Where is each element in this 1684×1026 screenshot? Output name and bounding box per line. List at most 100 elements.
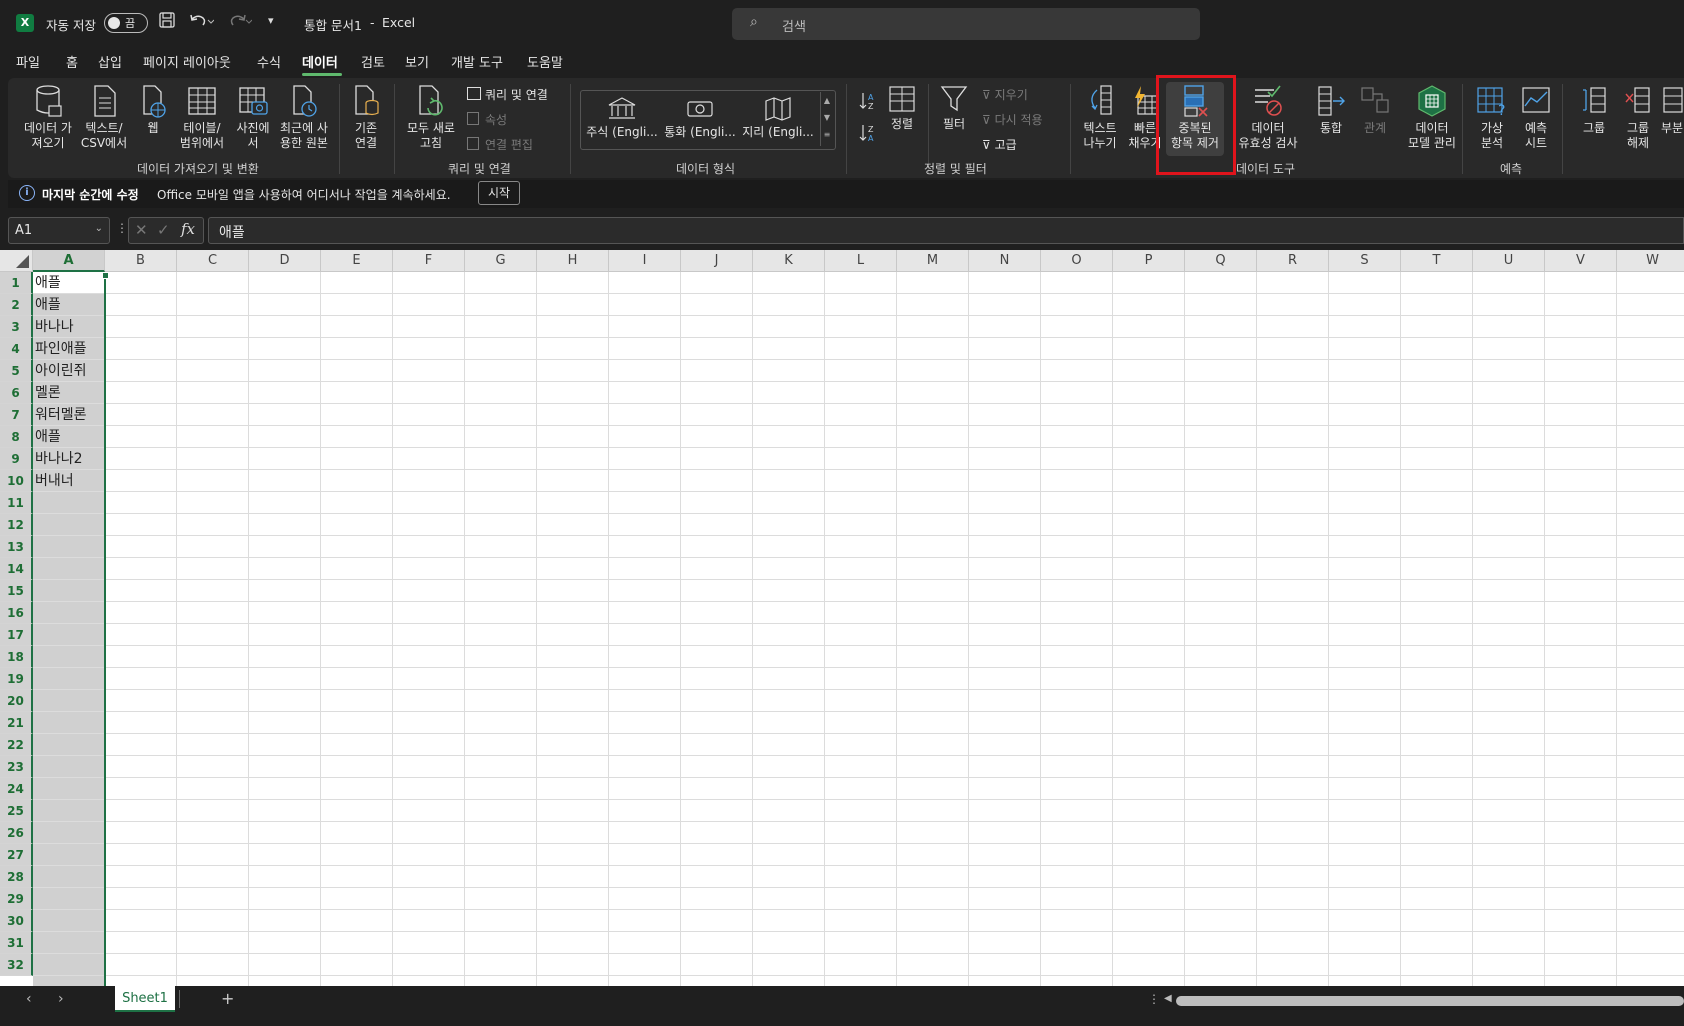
row-header-1[interactable]: 1: [0, 272, 33, 294]
row-header-31[interactable]: 31: [0, 932, 33, 954]
web-button[interactable]: 웹: [138, 84, 168, 136]
edit-links-button[interactable]: 연결 편집: [467, 136, 533, 153]
ungroup-button[interactable]: 그룹 해제: [1618, 84, 1658, 151]
data-model-button[interactable]: 데이터 모델 관리: [1396, 84, 1468, 151]
tab-page-layout[interactable]: 페이지 레이아웃: [143, 52, 231, 71]
column-header-g[interactable]: G: [465, 250, 537, 272]
tab-developer[interactable]: 개발 도구: [451, 52, 503, 71]
row-header-15[interactable]: 15: [0, 580, 33, 602]
row-header-14[interactable]: 14: [0, 558, 33, 580]
autosave-toggle[interactable]: 끔: [104, 13, 148, 33]
column-header-v[interactable]: V: [1545, 250, 1617, 272]
properties-button[interactable]: 속성: [467, 111, 507, 128]
refresh-all-button[interactable]: 모두 새로 고침: [400, 84, 462, 151]
existing-connections-button[interactable]: 기존 연결: [344, 84, 388, 151]
geography-button[interactable]: 지리 (Engli...: [740, 96, 816, 140]
row-header-26[interactable]: 26: [0, 822, 33, 844]
fill-handle[interactable]: [102, 272, 109, 279]
consolidate-button[interactable]: 통합: [1310, 84, 1352, 136]
enter-icon[interactable]: ✓: [157, 221, 170, 239]
stocks-button[interactable]: 주식 (Engli...: [584, 96, 660, 140]
worksheet-grid[interactable]: A B C D E F G H I J K L M N O P Q R S T U V W 1 2 3 4 5 6 7 8 9 10 11 12 13…: [0, 250, 1684, 986]
column-header-d[interactable]: D: [249, 250, 321, 272]
row-header-32[interactable]: 32: [0, 954, 33, 976]
row-header-17[interactable]: 17: [0, 624, 33, 646]
column-header-o[interactable]: O: [1041, 250, 1113, 272]
cell-a5[interactable]: 아이린쥐: [35, 361, 87, 381]
save-icon[interactable]: [158, 11, 176, 33]
column-header-h[interactable]: H: [537, 250, 609, 272]
column-header-r[interactable]: R: [1257, 250, 1329, 272]
filter-button[interactable]: 필터: [936, 84, 972, 132]
tab-formulas[interactable]: 수식: [257, 52, 281, 71]
row-header-22[interactable]: 22: [0, 734, 33, 756]
column-header-l[interactable]: L: [825, 250, 897, 272]
column-header-b[interactable]: B: [105, 250, 177, 272]
data-validation-button[interactable]: 데이터 유효성 검사: [1232, 84, 1304, 151]
row-header-27[interactable]: 27: [0, 844, 33, 866]
tab-review[interactable]: 검토: [361, 52, 385, 71]
next-sheet-icon[interactable]: ›: [58, 991, 64, 1007]
more-icon[interactable]: ⋮: [1148, 992, 1160, 1006]
row-header-7[interactable]: 7: [0, 404, 33, 426]
name-box[interactable]: A1 ⌄: [8, 217, 110, 244]
row-header-20[interactable]: 20: [0, 690, 33, 712]
text-csv-button[interactable]: 텍스트/ CSV에서: [76, 84, 132, 151]
forecast-sheet-button[interactable]: 예측 시트: [1518, 84, 1554, 151]
row-header-24[interactable]: 24: [0, 778, 33, 800]
tab-view[interactable]: 보기: [405, 52, 429, 71]
row-header-4[interactable]: 4: [0, 338, 33, 360]
row-header-29[interactable]: 29: [0, 888, 33, 910]
column-header-e[interactable]: E: [321, 250, 393, 272]
column-header-p[interactable]: P: [1113, 250, 1185, 272]
row-header-30[interactable]: 30: [0, 910, 33, 932]
row-header-13[interactable]: 13: [0, 536, 33, 558]
row-header-10[interactable]: 10: [0, 470, 33, 492]
insert-function-icon[interactable]: fx: [181, 220, 195, 238]
cell-a9[interactable]: 바나나2: [35, 449, 83, 469]
column-header-t[interactable]: T: [1401, 250, 1473, 272]
gallery-scroll[interactable]: ▲ ▼ ≡: [820, 92, 833, 146]
column-header-s[interactable]: S: [1329, 250, 1401, 272]
row-header-11[interactable]: 11: [0, 492, 33, 514]
cell-a6[interactable]: 멜론: [35, 383, 61, 403]
cell-a7[interactable]: 워터멜론: [35, 405, 87, 425]
column-header-k[interactable]: K: [753, 250, 825, 272]
tab-help[interactable]: 도움말: [527, 52, 563, 71]
sort-button[interactable]: 정렬: [884, 84, 920, 132]
sort-ascending-icon[interactable]: AZ: [856, 90, 878, 115]
reapply-button[interactable]: ⊽ 다시 적용: [982, 111, 1043, 128]
row-header-3[interactable]: 3: [0, 316, 33, 338]
row-header-19[interactable]: 19: [0, 668, 33, 690]
cell-a2[interactable]: 애플: [35, 295, 61, 315]
column-header-a[interactable]: A: [33, 250, 105, 272]
column-header-u[interactable]: U: [1473, 250, 1545, 272]
column-header-i[interactable]: I: [609, 250, 681, 272]
message-start-button[interactable]: 시작: [478, 181, 520, 205]
subtotal-button[interactable]: 부분: [1660, 84, 1684, 136]
formula-input[interactable]: 애플: [208, 217, 1684, 244]
advanced-filter-button[interactable]: ⊽ 고급: [982, 136, 1017, 153]
column-header-m[interactable]: M: [897, 250, 969, 272]
cell-a8[interactable]: 애플: [35, 427, 61, 447]
cell-a1[interactable]: 애플: [35, 273, 61, 293]
column-header-q[interactable]: Q: [1185, 250, 1257, 272]
undo-icon[interactable]: [188, 12, 215, 34]
row-header-12[interactable]: 12: [0, 514, 33, 536]
cell-a4[interactable]: 파인애플: [35, 339, 87, 359]
clear-filter-button[interactable]: ⊽ 지우기: [982, 86, 1028, 103]
row-header-8[interactable]: 8: [0, 426, 33, 448]
currencies-button[interactable]: 통화 (Engli...: [662, 96, 738, 140]
tab-file[interactable]: 파일: [16, 52, 40, 71]
column-header-w[interactable]: W: [1617, 250, 1684, 272]
tab-data[interactable]: 데이터: [302, 52, 338, 71]
row-header-6[interactable]: 6: [0, 382, 33, 404]
sort-descending-icon[interactable]: ZA: [856, 122, 878, 147]
table-range-button[interactable]: 테이블/ 범위에서: [176, 84, 228, 151]
search-box[interactable]: ⌕ 검색: [732, 8, 1200, 40]
sheet-tab-sheet1[interactable]: Sheet1: [115, 986, 175, 1012]
group-button[interactable]: 그룹: [1572, 84, 1616, 136]
cell-a10[interactable]: 버내너: [35, 471, 74, 491]
column-header-c[interactable]: C: [177, 250, 249, 272]
tab-insert[interactable]: 삽입: [98, 52, 122, 71]
